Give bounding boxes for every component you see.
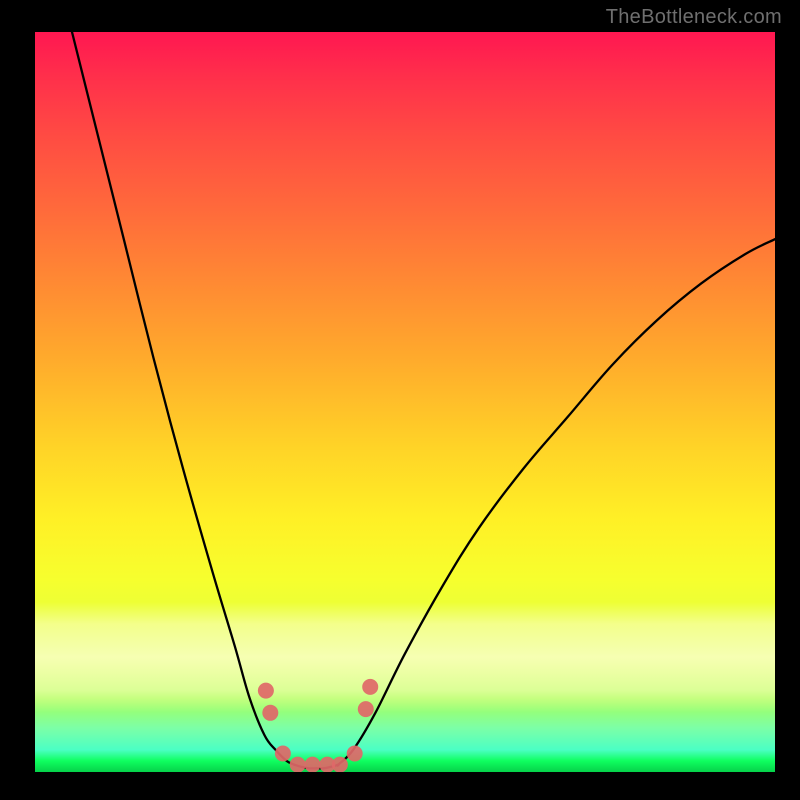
basin-marker [347,746,363,762]
watermark-text: TheBottleneck.com [606,6,782,29]
basin-marker [258,683,274,699]
bottleneck-curve [72,32,775,768]
basin-marker [305,757,321,772]
curve-layer [35,32,775,772]
basin-marker [262,705,278,721]
basin-marker [275,746,291,762]
curve-path [72,32,775,768]
plot-area [35,32,775,772]
basin-markers [258,679,378,772]
basin-marker [358,701,374,717]
chart-frame: TheBottleneck.com [0,0,800,800]
basin-marker [332,757,348,772]
basin-marker [290,757,306,772]
basin-marker [362,679,378,695]
